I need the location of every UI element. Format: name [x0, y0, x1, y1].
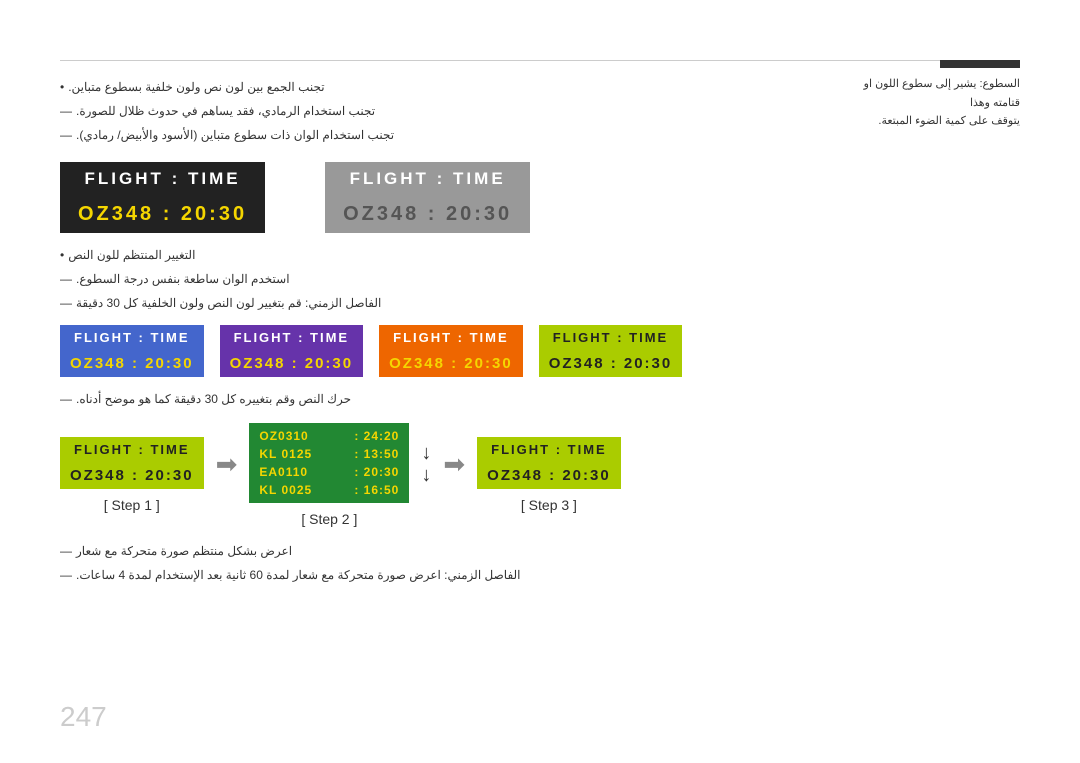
sec2-dash2: الفاصل الزمني: قم بتغيير لون النص ولون ا… — [60, 291, 840, 315]
step3-board-data: OZ348 : 20:30 — [477, 462, 621, 489]
board-gray-header: FLIGHT : TIME — [325, 162, 530, 196]
page-number: 247 — [60, 701, 107, 733]
page-container: 247 السطوع: يشير إلى سطوع اللون او قتامت… — [0, 0, 1080, 763]
large-boards-section: FLIGHT : TIME OZ348 : 20:30 FLIGHT : TIM… — [60, 162, 840, 233]
section4-text: اعرض بشكل منتظم صورة متحركة مع شعار — ال… — [60, 539, 840, 587]
sec3-dash1-text: حرك النص وقم بتغييره كل 30 دقيقة كما هو … — [76, 387, 351, 411]
board-gray-header-text: FLIGHT : TIME — [350, 169, 506, 189]
top-note-line1: السطوع: يشير إلى سطوع اللون او قتامته وه… — [855, 75, 1020, 112]
sec2-bullet1-text: التغيير المنتظم للون النص — [68, 243, 195, 267]
step2-board: OZ0310: 24:20 KL 0125: 13:50 EA0110: 20:… — [249, 423, 409, 503]
sec2-dash1-text: استخدم الوان ساطعة بنفس درجة السطوع. — [76, 267, 290, 291]
right-accent-bar — [940, 60, 1020, 68]
board-blue: FLIGHT : TIME OZ348 : 20:30 — [60, 325, 204, 377]
step3-board: FLIGHT : TIME OZ348 : 20:30 — [477, 437, 621, 489]
sec4-dash1-text: اعرض بشكل منتظم صورة متحركة مع شعار — [76, 539, 292, 563]
step2-row1: OZ0310: 24:20 — [259, 427, 399, 445]
step3-label: [ Step 3 ] — [521, 497, 577, 513]
main-content: تجنب الجمع بين لون نص ولون خلفية بسطوع م… — [60, 75, 840, 587]
top-divider — [60, 60, 1020, 61]
step3-container: FLIGHT : TIME OZ348 : 20:30 [ Step 3 ] — [477, 437, 621, 513]
dash2-text: تجنب استخدام الوان ذات سطوع متباين (الأس… — [76, 123, 394, 147]
bullet1-text: تجنب الجمع بين لون نص ولون خلفية بسطوع م… — [68, 75, 324, 99]
board-gray-data: OZ348 : 20:30 — [325, 196, 530, 233]
dash1: تجنب استخدام الرمادي، فقد يساهم في حدوث … — [60, 99, 840, 123]
board-green-yellow: FLIGHT : TIME OZ348 : 20:30 — [539, 325, 683, 377]
dash1-text: تجنب استخدام الرمادي، فقد يساهم في حدوث … — [76, 99, 375, 123]
small-boards-row: FLIGHT : TIME OZ348 : 20:30 FLIGHT : TIM… — [60, 325, 840, 377]
step1-board-header: FLIGHT : TIME — [60, 437, 204, 462]
sec2-dash2-text: الفاصل الزمني: قم بتغيير لون النص ولون ا… — [76, 291, 381, 315]
down-arrow1: ↓ — [421, 443, 431, 463]
step2-label: [ Step 2 ] — [301, 511, 357, 527]
sec4-dash2: الفاصل الزمني: اعرض صورة متحركة مع شعار … — [60, 563, 840, 587]
sec3-dash1: حرك النص وقم بتغييره كل 30 دقيقة كما هو … — [60, 387, 840, 411]
sec4-dash1: اعرض بشكل منتظم صورة متحركة مع شعار — — [60, 539, 840, 563]
section3-text: حرك النص وقم بتغييره كل 30 دقيقة كما هو … — [60, 387, 840, 411]
step2-row4: KL 0025: 16:50 — [259, 481, 399, 499]
board-black: FLIGHT : TIME OZ348 : 20:30 — [60, 162, 265, 233]
board-blue-data: OZ348 : 20:30 — [60, 350, 204, 377]
board-black-header: FLIGHT : TIME — [60, 162, 265, 196]
board-orange-header: FLIGHT : TIME — [379, 325, 523, 350]
steps-section: FLIGHT : TIME OZ348 : 20:30 [ Step 1 ] ➡… — [60, 423, 840, 527]
down-arrow2: ↓ — [421, 465, 431, 485]
section2-text: التغيير المنتظم للون النص • استخدم الوان… — [60, 243, 840, 315]
board-black-data-text: OZ348 : 20:30 — [78, 203, 247, 226]
arrow1: ➡ — [216, 449, 238, 502]
board-green-yellow-data: OZ348 : 20:30 — [539, 350, 683, 377]
sec4-dash2-text: الفاصل الزمني: اعرض صورة متحركة مع شعار … — [76, 563, 521, 587]
step2-container: OZ0310: 24:20 KL 0125: 13:50 EA0110: 20:… — [249, 423, 409, 527]
board-purple-header: FLIGHT : TIME — [220, 325, 364, 350]
board-black-header-text: FLIGHT : TIME — [84, 169, 240, 189]
board-orange: FLIGHT : TIME OZ348 : 20:30 — [379, 325, 523, 377]
step3-board-header: FLIGHT : TIME — [477, 437, 621, 462]
board-orange-data: OZ348 : 20:30 — [379, 350, 523, 377]
board-purple-data: OZ348 : 20:30 — [220, 350, 364, 377]
board-purple: FLIGHT : TIME OZ348 : 20:30 — [220, 325, 364, 377]
sec2-dash1: استخدم الوان ساطعة بنفس درجة السطوع. — — [60, 267, 840, 291]
step1-board: FLIGHT : TIME OZ348 : 20:30 — [60, 437, 204, 489]
board-green-yellow-header: FLIGHT : TIME — [539, 325, 683, 350]
board-gray: FLIGHT : TIME OZ348 : 20:30 — [325, 162, 530, 233]
step2-row2: KL 0125: 13:50 — [259, 445, 399, 463]
step1-board-data: OZ348 : 20:30 — [60, 462, 204, 489]
board-blue-header: FLIGHT : TIME — [60, 325, 204, 350]
step1-label: [ Step 1 ] — [104, 497, 160, 513]
dash2: تجنب استخدام الوان ذات سطوع متباين (الأس… — [60, 123, 840, 147]
board-gray-data-text: OZ348 : 20:30 — [343, 203, 512, 226]
top-right-note: السطوع: يشير إلى سطوع اللون او قتامته وه… — [855, 75, 1020, 131]
step1-container: FLIGHT : TIME OZ348 : 20:30 [ Step 1 ] — [60, 437, 204, 513]
arrow2: ➡ — [443, 449, 465, 502]
top-note-line2: يتوقف على كمية الضوء المبتعة. — [855, 112, 1020, 131]
board-black-data: OZ348 : 20:30 — [60, 196, 265, 233]
sec2-bullet1: التغيير المنتظم للون النص • — [60, 243, 840, 267]
step2-row3: EA0110: 20:30 — [259, 463, 399, 481]
section1-text: تجنب الجمع بين لون نص ولون خلفية بسطوع م… — [60, 75, 840, 147]
scroll-arrows: ↓ ↓ — [421, 443, 431, 507]
bullet1: تجنب الجمع بين لون نص ولون خلفية بسطوع م… — [60, 75, 840, 99]
